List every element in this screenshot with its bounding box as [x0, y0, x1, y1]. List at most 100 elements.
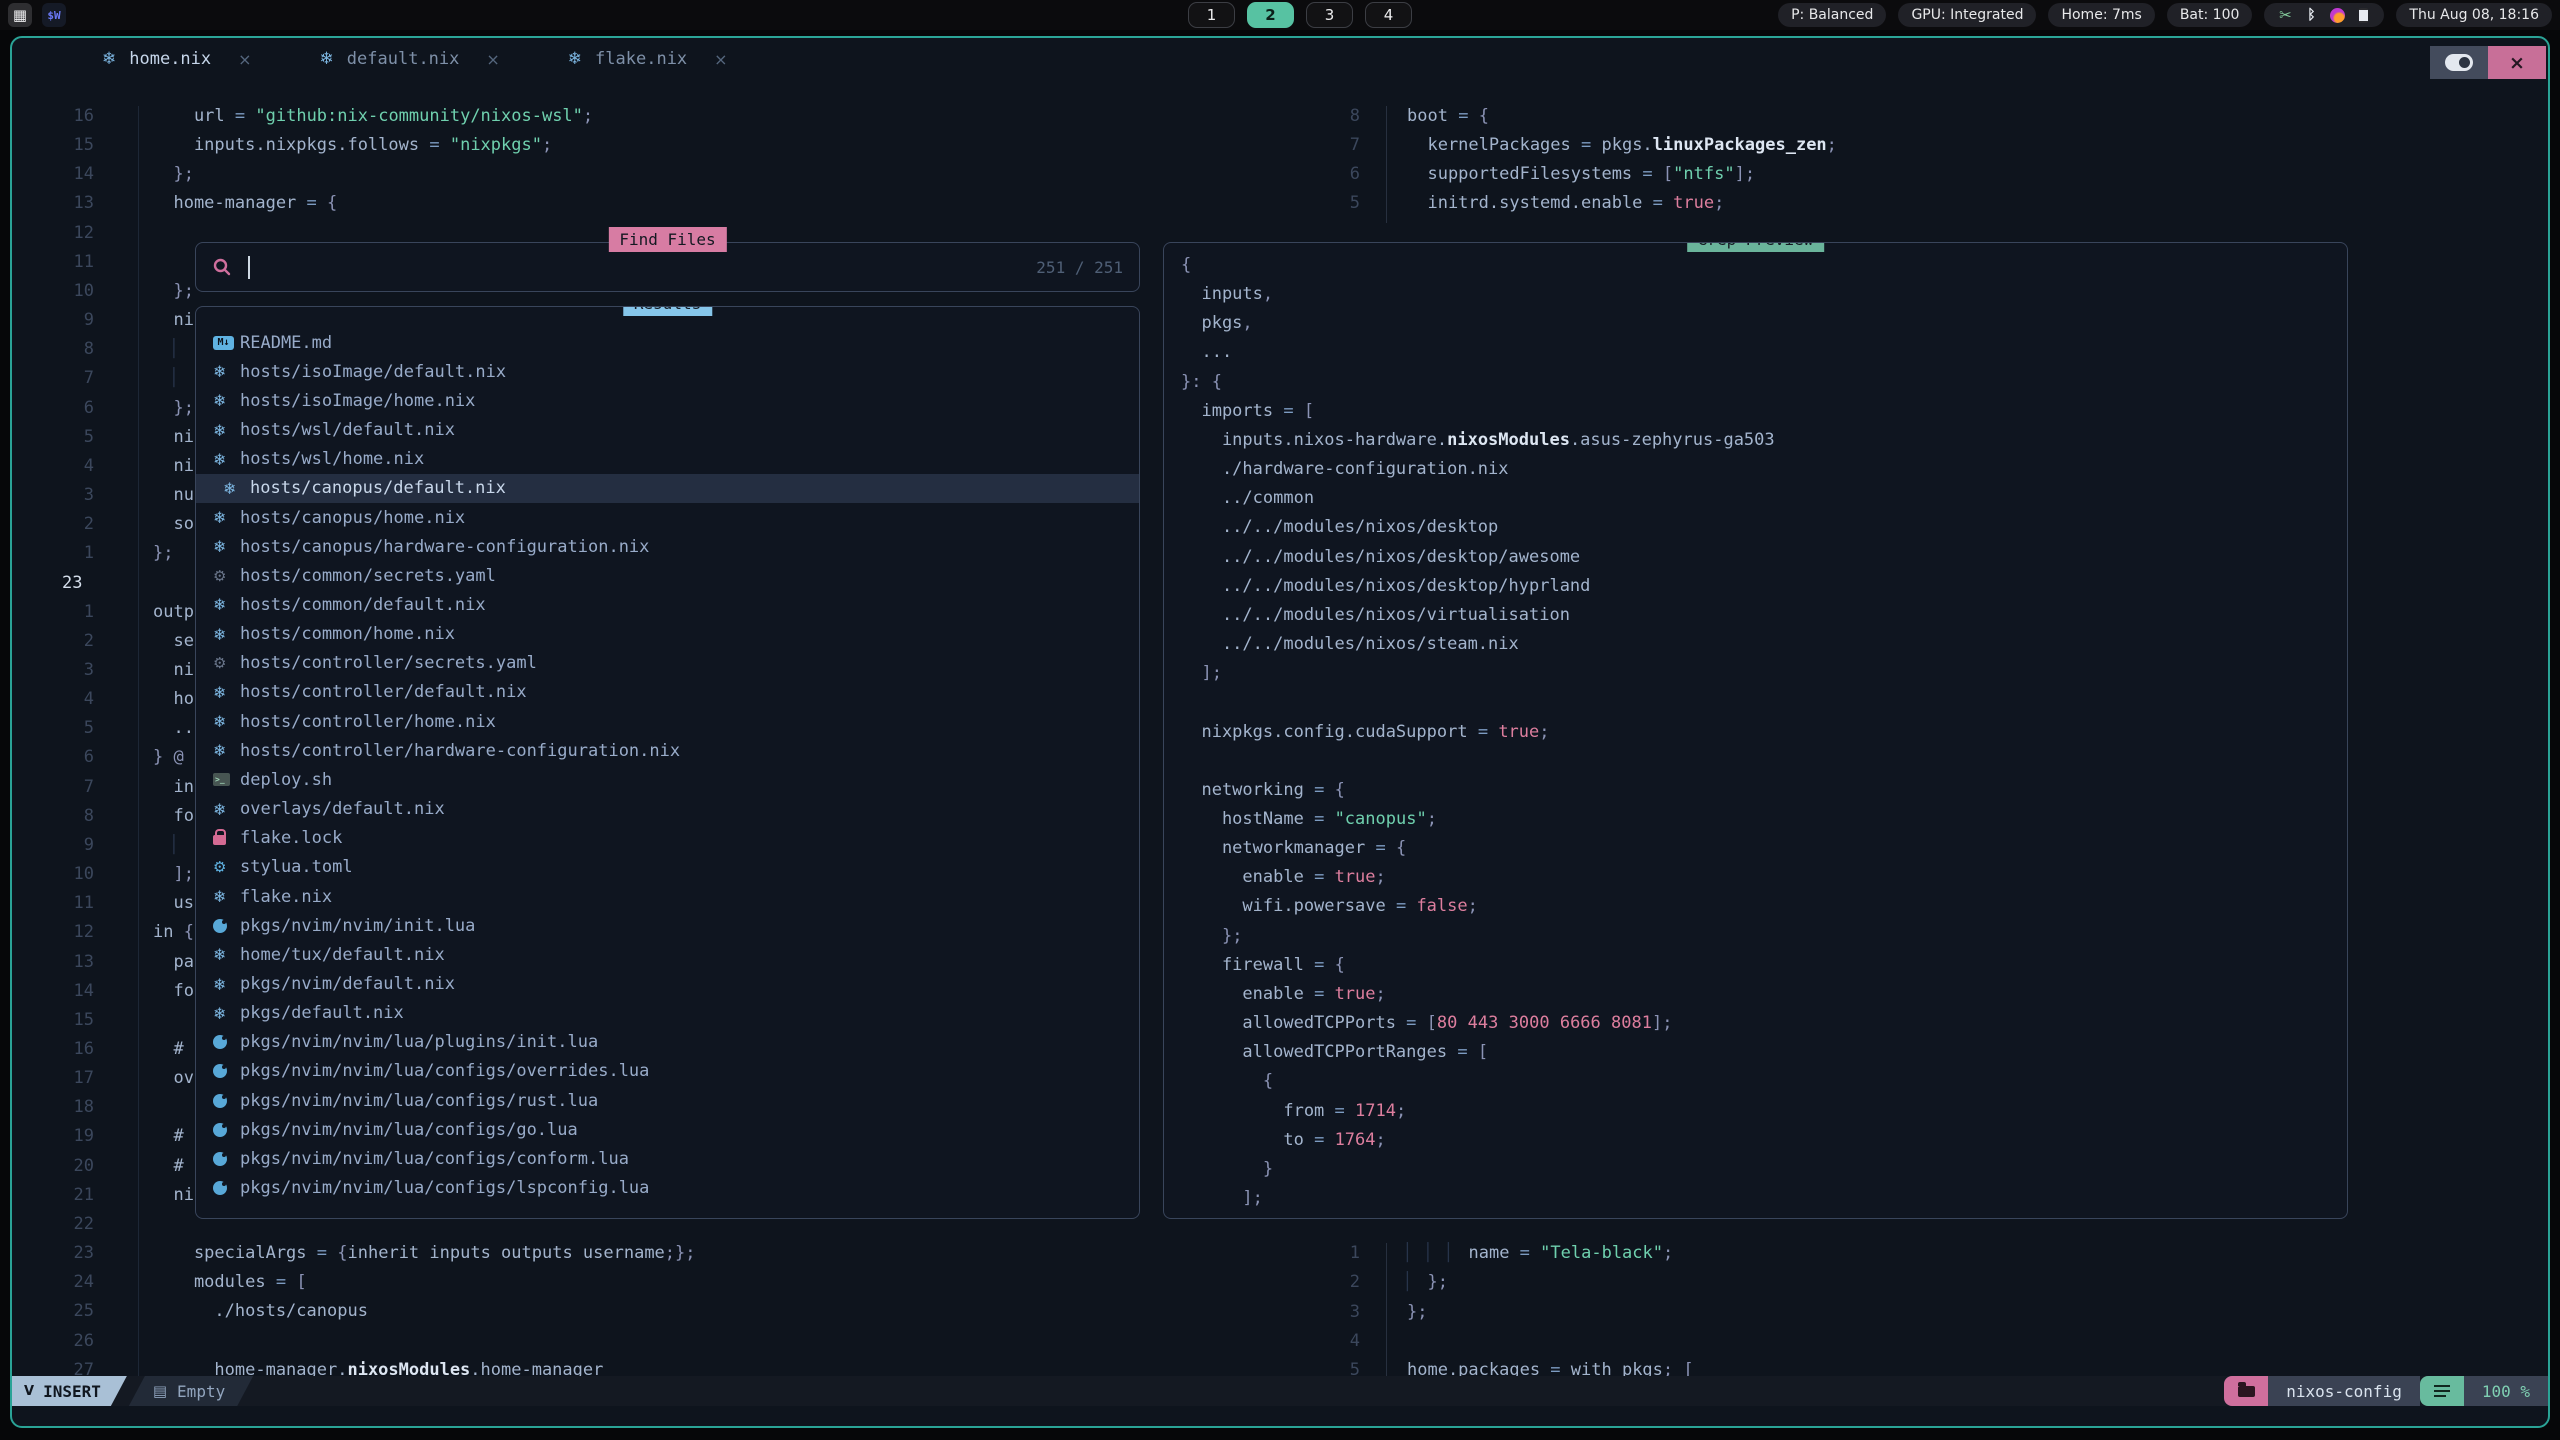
- code-line: 1▏ ▏ ▏ name = "Tela-black";: [1312, 1243, 2548, 1272]
- nix-snowflake-icon: ❄: [102, 49, 116, 69]
- battery-label: Bat: 100: [2180, 7, 2240, 23]
- nix-file-icon: ❄: [213, 975, 226, 994]
- tab-label: default.nix: [347, 49, 460, 69]
- workspace-button-3[interactable]: 3: [1306, 2, 1353, 28]
- preview-code-line: ../../modules/nixos/virtualisation: [1181, 605, 1775, 634]
- network-latency-label: Home: 7ms: [2061, 7, 2141, 23]
- code-line: 7 kernelPackages = pkgs.linuxPackages_ze…: [1312, 135, 2548, 164]
- toml-file-icon: ⚙: [213, 858, 226, 876]
- tab-default.nix[interactable]: ❄ default.nix ×: [286, 38, 534, 80]
- find-files-title: Find Files: [608, 227, 726, 252]
- file-result-row[interactable]: ❄hosts/controller/home.nix: [196, 707, 1139, 736]
- network-latency-pill[interactable]: Home: 7ms: [2048, 3, 2154, 27]
- file-path: overlays/default.nix: [240, 799, 445, 819]
- markdown-file-icon: M↓: [213, 336, 234, 350]
- phone-icon[interactable]: [2355, 8, 2371, 23]
- preview-code-line: enable = true;: [1181, 867, 1775, 896]
- file-result-row[interactable]: ❄flake.nix: [196, 882, 1139, 911]
- file-result-row[interactable]: ❄pkgs/nvim/default.nix: [196, 969, 1139, 998]
- tab-close-icon[interactable]: ×: [714, 50, 727, 69]
- file-result-row[interactable]: pkgs/nvim/nvim/lua/configs/rust.lua: [196, 1086, 1139, 1115]
- lines-icon-pill: [2420, 1376, 2464, 1406]
- workspace-button-4[interactable]: 4: [1365, 2, 1412, 28]
- gpu-status-pill[interactable]: GPU: Integrated: [1898, 3, 2036, 27]
- preview-code-line: };: [1181, 926, 1775, 955]
- file-result-row[interactable]: ❄home/tux/default.nix: [196, 940, 1139, 969]
- preview-code-line: imports = [: [1181, 401, 1775, 430]
- power-profile-label: P: Balanced: [1791, 7, 1873, 23]
- file-result-row[interactable]: pkgs/nvim/nvim/lua/plugins/init.lua: [196, 1028, 1139, 1057]
- results-panel: Results M↓README.md❄hosts/isoImage/defau…: [195, 306, 1140, 1219]
- tab-home.nix[interactable]: ❄home.nix×: [68, 38, 286, 80]
- file-result-row[interactable]: flake.lock: [196, 824, 1139, 853]
- file-path: hosts/common/default.nix: [240, 595, 486, 615]
- nix-file-icon: ❄: [213, 508, 226, 527]
- file-result-row[interactable]: ❄hosts/isoImage/default.nix: [196, 357, 1139, 386]
- file-result-row[interactable]: ❄hosts/common/default.nix: [196, 590, 1139, 619]
- bluetooth-icon[interactable]: ᛒ: [2303, 7, 2319, 23]
- window-close-button[interactable]: ×: [2488, 46, 2546, 79]
- file-path: stylua.toml: [240, 857, 353, 877]
- window-toggle-button[interactable]: [2430, 46, 2488, 79]
- file-result-row[interactable]: ❄hosts/controller/hardware-configuration…: [196, 736, 1139, 765]
- clock-pill[interactable]: Thu Aug 08, 18:16: [2396, 3, 2552, 27]
- file-result-row[interactable]: >_deploy.sh: [196, 765, 1139, 794]
- file-result-row[interactable]: pkgs/nvim/nvim/lua/configs/conform.lua: [196, 1144, 1139, 1173]
- code-line: 23 specialArgs = {inherit inputs outputs…: [12, 1243, 1312, 1272]
- file-result-row[interactable]: ❄hosts/wsl/home.nix: [196, 445, 1139, 474]
- file-result-row[interactable]: ⚙ stylua.toml: [196, 853, 1139, 882]
- file-result-row[interactable]: ⚙hosts/controller/secrets.yaml: [196, 649, 1139, 678]
- preview-code-line: ];: [1181, 1188, 1775, 1217]
- file-result-row[interactable]: ❄hosts/canopus/hardware-configuration.ni…: [196, 532, 1139, 561]
- preview-code-line: [1181, 751, 1775, 780]
- preview-code-line: enable = true;: [1181, 984, 1775, 1013]
- file-result-row[interactable]: ❄hosts/wsl/default.nix: [196, 415, 1139, 444]
- battery-pill[interactable]: Bat: 100: [2167, 3, 2253, 27]
- lines-icon: [2434, 1390, 2450, 1393]
- file-path: pkgs/nvim/nvim/lua/configs/conform.lua: [240, 1149, 629, 1169]
- file-path: pkgs/nvim/nvim/lua/configs/rust.lua: [240, 1091, 598, 1111]
- file-result-row[interactable]: ❄hosts/controller/default.nix: [196, 678, 1139, 707]
- file-path: hosts/isoImage/default.nix: [240, 362, 506, 382]
- clock-label: Thu Aug 08, 18:16: [2409, 7, 2539, 23]
- tab-close-icon[interactable]: ×: [486, 50, 499, 69]
- preview-code-line: from = 1714;: [1181, 1101, 1775, 1130]
- file-result-row[interactable]: ❄hosts/canopus/default.nix: [196, 474, 1139, 503]
- tab-close-icon[interactable]: ×: [238, 50, 251, 69]
- preview-code-line: networking = {: [1181, 780, 1775, 809]
- nix-file-icon: ❄: [213, 1004, 226, 1023]
- file-result-row[interactable]: pkgs/nvim/nvim/init.lua: [196, 911, 1139, 940]
- file-icon: ▤: [153, 1382, 167, 1400]
- nix-file-icon: ❄: [213, 741, 226, 760]
- preview-code-line: {: [1181, 1071, 1775, 1100]
- workspace-button-1[interactable]: 1: [1188, 2, 1235, 28]
- nix-snowflake-icon: ❄: [320, 49, 334, 69]
- file-result-row[interactable]: ❄hosts/canopus/home.nix: [196, 503, 1139, 532]
- preview-code-line: ../../modules/nixos/desktop/hyprland: [1181, 576, 1775, 605]
- app-grid-icon[interactable]: ▦: [8, 3, 32, 27]
- preview-code-line: networkmanager = {: [1181, 838, 1775, 867]
- preview-code-line: hostName = "canopus";: [1181, 809, 1775, 838]
- find-files-search-box[interactable]: Find Files 251 / 251: [195, 242, 1140, 292]
- code-line: 26: [12, 1331, 1312, 1360]
- search-icon: [212, 257, 232, 277]
- workspace-button-2[interactable]: 2: [1247, 2, 1294, 28]
- file-path: hosts/canopus/default.nix: [250, 478, 506, 498]
- media-app-icon[interactable]: [2329, 8, 2345, 23]
- file-result-row[interactable]: ❄overlays/default.nix: [196, 795, 1139, 824]
- file-path: flake.lock: [240, 828, 342, 848]
- file-result-row[interactable]: pkgs/nvim/nvim/lua/configs/overrides.lua: [196, 1057, 1139, 1086]
- power-profile-pill[interactable]: P: Balanced: [1778, 3, 1886, 27]
- terminal-window: ❄home.nix×❄default.nix×❄flake.nix× × 16 …: [10, 36, 2550, 1428]
- scissors-icon[interactable]: ✂: [2277, 6, 2293, 24]
- file-result-row[interactable]: pkgs/nvim/nvim/lua/configs/go.lua: [196, 1115, 1139, 1144]
- file-result-row[interactable]: ⚙hosts/common/secrets.yaml: [196, 561, 1139, 590]
- file-result-row[interactable]: M↓README.md: [196, 328, 1139, 357]
- project-name: nixos-config: [2268, 1376, 2420, 1406]
- file-result-row[interactable]: ❄pkgs/default.nix: [196, 999, 1139, 1028]
- file-result-row[interactable]: ❄hosts/common/home.nix: [196, 620, 1139, 649]
- tab-flake.nix[interactable]: ❄flake.nix×: [534, 38, 762, 80]
- file-result-row[interactable]: ❄hosts/isoImage/home.nix: [196, 386, 1139, 415]
- workspace-switcher-icon[interactable]: $W: [42, 3, 66, 27]
- file-result-row[interactable]: pkgs/nvim/nvim/lua/configs/lspconfig.lua: [196, 1174, 1139, 1203]
